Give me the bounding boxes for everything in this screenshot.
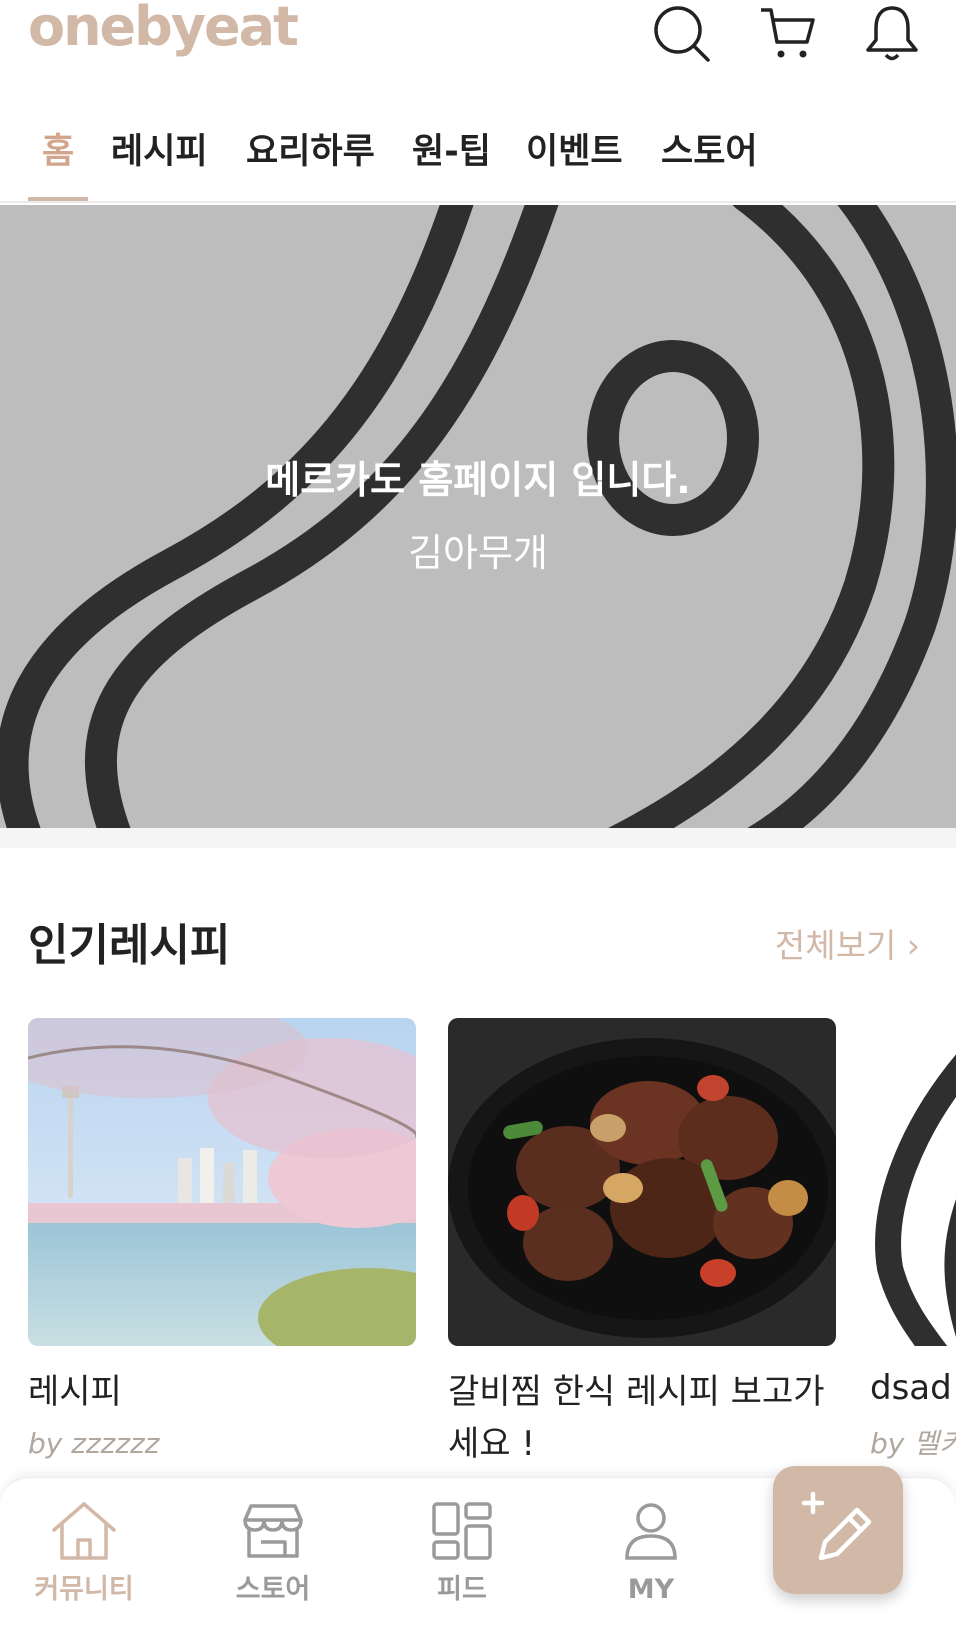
recipe-card-title[interactable]: 레시피	[28, 1366, 122, 1418]
nav-store[interactable]: 스토어	[213, 1498, 333, 1612]
recipe-thumbnail	[870, 1018, 956, 1346]
home-icon	[52, 1502, 116, 1560]
main-banner[interactable]: 메르카도 홈페이지 입니다. 김아무개	[0, 205, 956, 828]
tab-daily-cooking[interactable]: 요리하루	[246, 127, 375, 177]
recipe-card[interactable]	[870, 1018, 956, 1346]
feed-icon	[432, 1502, 492, 1560]
nav-community[interactable]: 커뮤니티	[24, 1498, 144, 1612]
category-tabs: 홈 레시피 요리하루 원-팁 이벤트 스토어	[0, 105, 956, 203]
nav-label: 스토어	[235, 1574, 311, 1605]
bell-icon[interactable]	[862, 2, 922, 64]
write-button[interactable]	[773, 1466, 903, 1594]
nav-feed[interactable]: 피드	[402, 1498, 522, 1612]
recipe-card-author: by 멜키	[870, 1427, 956, 1460]
cart-icon[interactable]	[757, 2, 817, 64]
nav-label: MY	[627, 1574, 675, 1605]
tab-store[interactable]: 스토어	[661, 127, 758, 177]
recipe-card[interactable]	[448, 1018, 836, 1346]
banner-artwork	[0, 205, 956, 828]
active-tab-indicator	[28, 197, 88, 201]
recipe-thumbnail	[28, 1018, 416, 1346]
tab-event[interactable]: 이벤트	[526, 127, 623, 177]
section-title: 인기레시피	[28, 920, 231, 971]
app-header: onebyeat	[0, 0, 956, 105]
nav-my[interactable]: MY	[591, 1498, 711, 1612]
banner-title: 메르카도 홈페이지 입니다.	[265, 458, 691, 502]
user-icon	[625, 1503, 677, 1560]
recipe-thumbnail	[448, 1018, 836, 1346]
tab-home[interactable]: 홈	[42, 127, 74, 177]
store-icon	[243, 1504, 303, 1558]
recipe-card[interactable]	[28, 1018, 416, 1346]
nav-label: 피드	[437, 1574, 487, 1605]
tab-recipe[interactable]: 레시피	[111, 127, 208, 177]
recipe-card-title[interactable]: dsad	[870, 1362, 952, 1414]
search-icon[interactable]	[652, 2, 712, 64]
section-divider	[0, 828, 956, 848]
recipe-card-title[interactable]: 갈비찜 한식 레시피 보고가세요 !	[448, 1366, 848, 1470]
banner-subtitle: 김아무개	[408, 531, 548, 575]
write-icon	[801, 1491, 872, 1561]
tab-one-tip[interactable]: 원-팁	[412, 127, 491, 177]
recipe-card-author: by zzzzzz	[28, 1427, 160, 1460]
app-logo[interactable]: onebyeat	[28, 0, 299, 62]
nav-label: 커뮤니티	[34, 1574, 134, 1605]
see-all-link[interactable]: 전체보기 ›	[775, 922, 920, 970]
